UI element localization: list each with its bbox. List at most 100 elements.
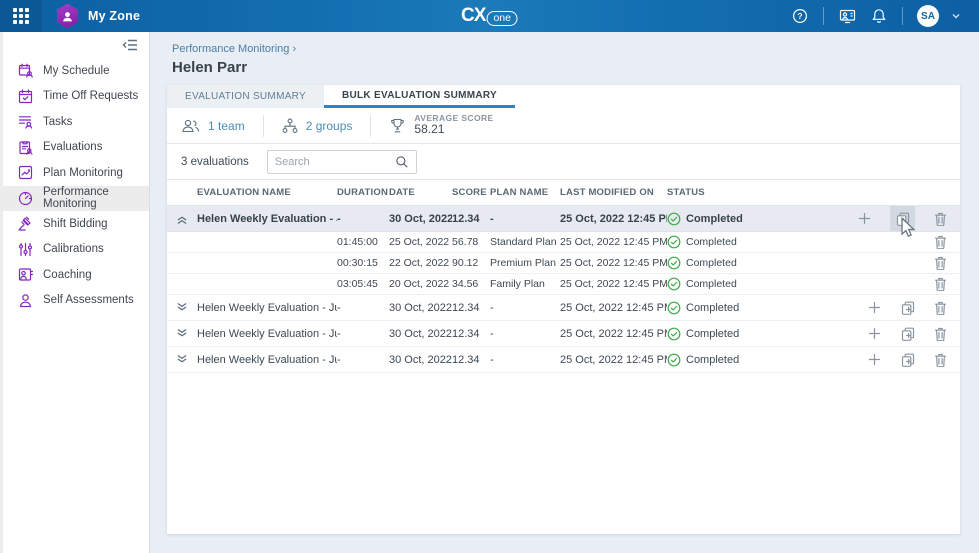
groups-stat[interactable]: 2 groups xyxy=(263,115,371,137)
sidebar-item-time-off-requests[interactable]: Time Off Requests xyxy=(3,84,149,110)
search-box[interactable] xyxy=(267,150,417,174)
search-input[interactable] xyxy=(275,156,389,168)
add-icon[interactable] xyxy=(857,211,872,226)
table-row[interactable]: Helen Weekly Evaluation - June 20 - 30 O… xyxy=(167,347,960,373)
my-zone-logo-icon xyxy=(56,4,79,29)
app-title: My Zone xyxy=(88,9,140,23)
search-icon[interactable] xyxy=(395,155,409,169)
duration-cell: - xyxy=(337,213,389,225)
row-actions xyxy=(856,326,960,341)
column-header-status[interactable]: STATUS xyxy=(667,187,960,198)
add-icon[interactable] xyxy=(867,352,882,367)
agent-screen-icon[interactable] xyxy=(838,7,856,25)
table-row[interactable]: Helen Weekly Evaluation - June 20 - 30 O… xyxy=(167,321,960,347)
expand-row-icon[interactable] xyxy=(167,302,197,314)
last-modified-cell: 25 Oct, 2022 12:45 PM xyxy=(560,278,667,290)
user-avatar[interactable]: SA xyxy=(917,5,939,27)
delete-icon[interactable] xyxy=(933,211,948,226)
evaluations-table: EVALUATION NAMEDURATIONDATESCOREPLAN NAM… xyxy=(167,179,960,373)
sidebar-item-plan-monitoring[interactable]: Plan Monitoring xyxy=(3,160,149,186)
column-header-score[interactable]: SCORE xyxy=(452,187,490,198)
my-schedule-icon xyxy=(17,63,33,79)
last-modified-cell: 25 Oct, 2022 12:45 PM xyxy=(560,213,667,225)
delete-icon[interactable] xyxy=(933,256,948,271)
sidebar-item-calibrations[interactable]: Calibrations xyxy=(3,237,149,263)
sidebar-item-label: Plan Monitoring xyxy=(43,167,123,179)
copy-icon[interactable] xyxy=(895,211,910,226)
plan-name-cell: - xyxy=(490,213,560,225)
sidebar-item-performance-monitoring[interactable]: Performance Monitoring xyxy=(3,186,149,212)
completed-check-icon xyxy=(667,327,681,341)
last-modified-cell: 25 Oct, 2022 12:45 PM xyxy=(560,236,667,248)
table-row[interactable]: Helen Weekly Evaluation - June... - 30 O… xyxy=(167,206,960,232)
sidebar-item-evaluations[interactable]: Evaluations xyxy=(3,135,149,161)
tab-bulk-evaluation-summary[interactable]: BULK EVALUATION SUMMARY xyxy=(324,85,515,108)
score-cell: 34.56 xyxy=(452,278,490,290)
status-cell: Completed xyxy=(667,301,856,315)
plan-monitoring-icon xyxy=(17,165,33,181)
add-icon[interactable] xyxy=(867,326,882,341)
table-row[interactable]: 03:05:45 20 Oct, 2022 34.56 Family Plan … xyxy=(167,274,960,295)
score-cell: 56.78 xyxy=(452,236,490,248)
evaluations-icon xyxy=(17,139,33,155)
team-icon xyxy=(181,118,200,134)
copy-icon[interactable] xyxy=(900,326,915,341)
table-row[interactable]: 00:30:15 22 Oct, 2022 90.12 Premium Plan… xyxy=(167,253,960,274)
sidebar-collapse-icon[interactable] xyxy=(121,36,139,54)
date-cell: 30 Oct, 2022 xyxy=(389,328,452,340)
shift-bidding-icon xyxy=(17,216,33,232)
team-stat[interactable]: 1 team xyxy=(181,115,263,137)
column-header-last-modified-on[interactable]: LAST MODIFIED ON xyxy=(560,187,667,198)
sidebar: My Schedule Time Off Requests Tasks Eval… xyxy=(0,32,150,553)
user-menu-chevron-down-icon[interactable] xyxy=(947,7,965,25)
status-cell: Completed xyxy=(667,235,856,249)
table-row[interactable]: 01:45:00 25 Oct, 2022 56.78 Standard Pla… xyxy=(167,232,960,253)
team-link[interactable]: 1 team xyxy=(208,119,245,133)
sidebar-item-shift-bidding[interactable]: Shift Bidding xyxy=(3,211,149,237)
delete-icon[interactable] xyxy=(933,277,948,292)
status-cell: Completed xyxy=(667,327,856,341)
duration-cell: - xyxy=(337,354,389,366)
plan-name-cell: - xyxy=(490,354,560,366)
current-app[interactable]: My Zone xyxy=(56,4,140,29)
copy-icon[interactable] xyxy=(900,352,915,367)
copy-icon[interactable] xyxy=(900,300,915,315)
sidebar-item-my-schedule[interactable]: My Schedule xyxy=(3,58,149,84)
column-header-date[interactable]: DATE xyxy=(389,187,452,198)
sidebar-item-label: My Schedule xyxy=(43,65,109,77)
sidebar-item-label: Time Off Requests xyxy=(43,90,138,102)
add-icon[interactable] xyxy=(867,300,882,315)
breadcrumb[interactable]: Performance Monitoring › xyxy=(172,43,979,55)
notifications-bell-icon[interactable] xyxy=(870,7,888,25)
table-row[interactable]: Helen Weekly Evaluation - June 20 - 30 O… xyxy=(167,295,960,321)
delete-icon[interactable] xyxy=(933,326,948,341)
delete-icon[interactable] xyxy=(933,235,948,250)
status-label: Completed xyxy=(686,278,737,290)
score-cell: 90.12 xyxy=(452,257,490,269)
duration-cell: 00:30:15 xyxy=(337,257,389,269)
help-icon[interactable]: ? xyxy=(791,7,809,25)
status-label: Completed xyxy=(686,213,743,225)
sidebar-item-label: Performance Monitoring xyxy=(43,186,149,210)
score-cell: 12.34 xyxy=(452,354,490,366)
sidebar-item-coaching[interactable]: Coaching xyxy=(3,262,149,288)
completed-check-icon xyxy=(667,353,681,367)
column-header-plan-name[interactable]: PLAN NAME xyxy=(490,187,560,198)
groups-link[interactable]: 2 groups xyxy=(306,119,353,133)
sidebar-item-tasks[interactable]: Tasks xyxy=(3,109,149,135)
sidebar-item-self-assessments[interactable]: Self Assessments xyxy=(3,288,149,314)
svg-text:?: ? xyxy=(797,11,802,21)
column-header-evaluation-name[interactable]: EVALUATION NAME xyxy=(197,187,337,198)
duration-cell: - xyxy=(337,328,389,340)
delete-icon[interactable] xyxy=(933,300,948,315)
evaluation-name-cell: Helen Weekly Evaluation - June 20 xyxy=(197,354,337,366)
expand-row-icon[interactable] xyxy=(167,354,197,366)
delete-icon[interactable] xyxy=(933,352,948,367)
column-header-duration[interactable]: DURATION xyxy=(337,187,389,198)
app-launcher-button[interactable] xyxy=(0,0,42,32)
apps-grid-icon xyxy=(13,8,29,24)
self-assessments-icon xyxy=(17,292,33,308)
expand-row-icon[interactable] xyxy=(167,328,197,340)
collapse-row-icon[interactable] xyxy=(167,213,197,225)
tab-evaluation-summary[interactable]: EVALUATION SUMMARY xyxy=(167,85,324,108)
